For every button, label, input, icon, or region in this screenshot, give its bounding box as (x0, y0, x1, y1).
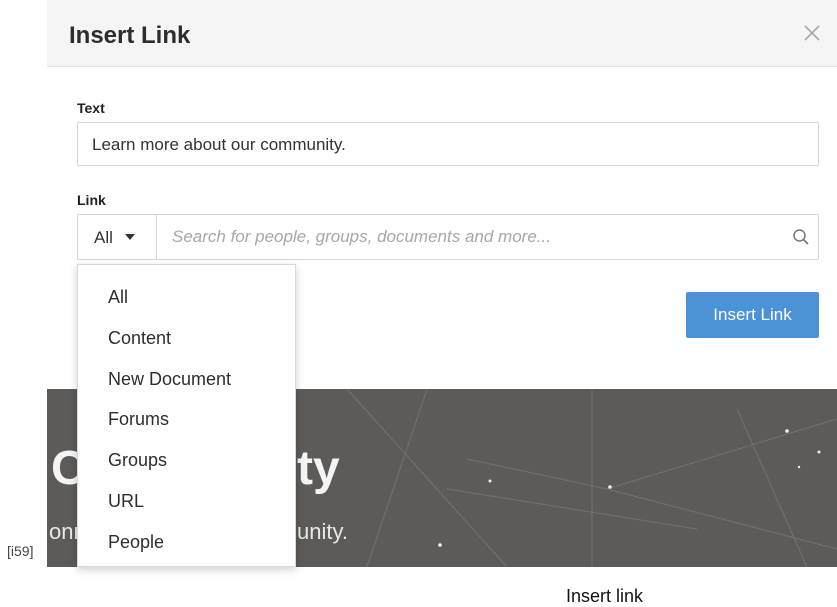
text-field-label: Text (77, 100, 105, 116)
menu-item-groups[interactable]: Groups (78, 440, 295, 481)
menu-item-new-document[interactable]: New Document (78, 359, 295, 400)
figure-caption: Insert link (566, 586, 644, 606)
menu-item-people[interactable]: People (78, 522, 295, 563)
link-field-label: Link (77, 192, 106, 208)
dialog-title: Insert Link (69, 22, 191, 49)
close-icon[interactable] (801, 22, 823, 44)
link-type-selected: All (94, 228, 113, 247)
link-type-menu: All Content New Document Forums Groups U… (77, 264, 296, 567)
banner-title-end: ty (297, 442, 340, 495)
chevron-down-icon (125, 234, 135, 240)
menu-item-all[interactable]: All (78, 277, 295, 318)
link-search-row: All (77, 214, 819, 260)
reference-tag: [i59] (7, 543, 34, 559)
dialog-header: Insert Link (47, 0, 837, 67)
insert-link-button[interactable]: Insert Link (686, 292, 819, 338)
menu-item-content[interactable]: Content (78, 318, 295, 359)
menu-item-forums[interactable]: Forums (78, 399, 295, 440)
banner-subtitle-end: unity. (297, 519, 348, 544)
link-type-dropdown[interactable]: All (78, 215, 157, 259)
link-text-input[interactable]: Learn more about our community. (77, 122, 819, 166)
link-search-input[interactable] (158, 215, 778, 259)
menu-item-url[interactable]: URL (78, 481, 295, 522)
search-icon[interactable] (792, 228, 810, 246)
